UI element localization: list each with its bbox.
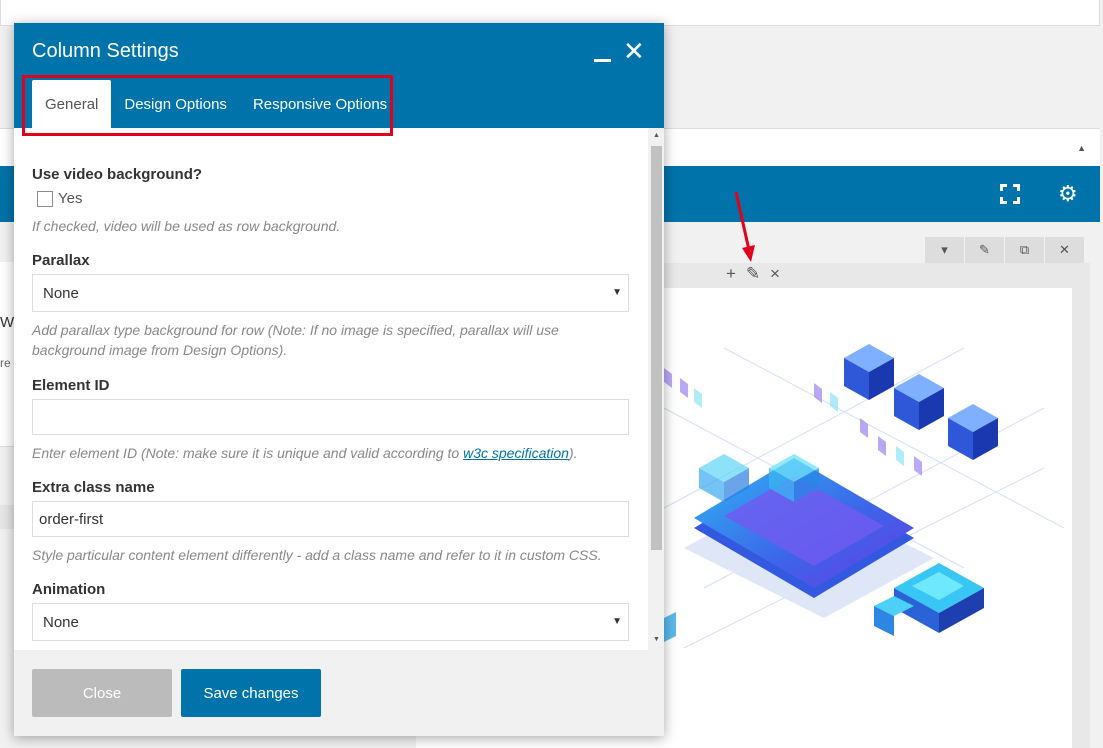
pencil-icon[interactable]: ✎ bbox=[744, 264, 762, 284]
extra-class-input[interactable]: order-first bbox=[32, 501, 629, 537]
tab-design-options[interactable]: Design Options bbox=[111, 80, 240, 128]
collapse-arrow-icon[interactable]: ▲ bbox=[1077, 143, 1086, 153]
scroll-up-icon[interactable]: ▲ bbox=[651, 132, 662, 139]
close-icon[interactable]: ✕ bbox=[623, 37, 645, 65]
tab-responsive-options[interactable]: Responsive Options bbox=[240, 80, 400, 128]
animation-select[interactable]: None ▼ bbox=[32, 603, 629, 641]
element-id-help-suffix: ). bbox=[568, 445, 578, 461]
scroll-down-icon[interactable]: ▼ bbox=[651, 636, 662, 643]
chevron-down-icon[interactable]: ▾ bbox=[924, 237, 964, 263]
animation-value: None bbox=[43, 613, 79, 631]
dialog-footer: Close Save changes bbox=[14, 650, 664, 736]
annotation-arrow bbox=[734, 191, 755, 262]
save-changes-button[interactable]: Save changes bbox=[181, 669, 321, 717]
parallax-value: None bbox=[43, 284, 79, 302]
parallax-select[interactable]: None ▼ bbox=[32, 274, 629, 312]
extra-class-label: Extra class name bbox=[32, 479, 155, 496]
element-id-help: Enter element ID (Note: make sure it is … bbox=[32, 443, 622, 463]
dialog-body: ▲ ▼ Use video background? Yes If checked… bbox=[14, 128, 664, 650]
left-text: W bbox=[0, 314, 15, 331]
left-bar bbox=[0, 505, 14, 529]
row-controls: ▾ ✎ ⧉ ✕ bbox=[924, 237, 1084, 263]
column-settings-dialog: Column Settings ✕ General Design Options… bbox=[14, 23, 664, 736]
element-id-help-prefix: Enter element ID (Note: make sure it is … bbox=[32, 445, 464, 461]
video-bg-checkbox[interactable] bbox=[37, 191, 53, 207]
tab-bar: General Design Options Responsive Option… bbox=[32, 80, 400, 128]
column-controls: + ✎ × bbox=[722, 264, 784, 284]
video-bg-label: Use video background? bbox=[32, 166, 203, 183]
animation-label: Animation bbox=[32, 581, 106, 598]
extra-class-help: Style particular content element differe… bbox=[32, 547, 602, 563]
close-icon[interactable]: × bbox=[766, 264, 784, 284]
scrollbar-thumb[interactable] bbox=[651, 146, 662, 550]
isometric-illustration bbox=[664, 288, 1072, 748]
dialog-title: Column Settings bbox=[32, 40, 179, 62]
tab-general[interactable]: General bbox=[32, 80, 112, 128]
element-id-input[interactable] bbox=[32, 399, 629, 435]
parallax-label: Parallax bbox=[32, 252, 90, 269]
close-button[interactable]: Close bbox=[32, 669, 172, 717]
element-id-label: Element ID bbox=[32, 377, 110, 394]
video-bg-help: If checked, video will be used as row ba… bbox=[32, 218, 341, 234]
copy-icon[interactable]: ⧉ bbox=[1004, 237, 1044, 263]
left-panel bbox=[0, 262, 14, 447]
left-text-2: re bbox=[0, 356, 11, 370]
dialog-header: Column Settings ✕ General Design Options… bbox=[14, 23, 664, 136]
chevron-down-icon: ▼ bbox=[612, 616, 622, 627]
gear-icon[interactable]: ⚙ bbox=[1058, 182, 1078, 206]
parallax-help: Add parallax type background for row (No… bbox=[32, 322, 559, 358]
w3c-spec-link[interactable]: w3c specification bbox=[463, 445, 569, 461]
close-icon[interactable]: ✕ bbox=[1044, 237, 1084, 263]
fullscreen-icon[interactable] bbox=[998, 182, 1022, 206]
chevron-down-icon: ▼ bbox=[612, 287, 622, 298]
pencil-icon[interactable]: ✎ bbox=[964, 237, 1004, 263]
plus-icon[interactable]: + bbox=[722, 264, 740, 284]
video-bg-checkbox-label[interactable]: Yes bbox=[58, 190, 82, 207]
